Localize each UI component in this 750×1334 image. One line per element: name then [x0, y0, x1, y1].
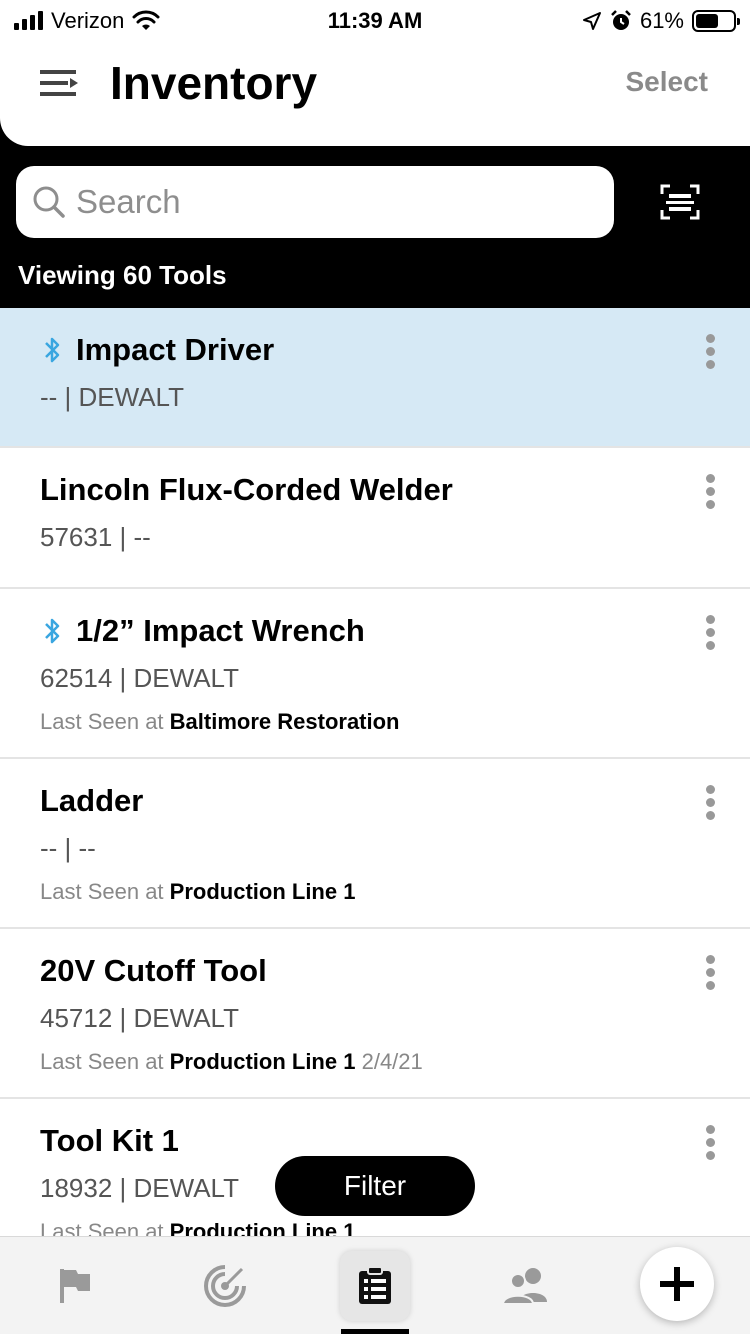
more-options-icon[interactable] — [704, 615, 716, 653]
tool-name: Tool Kit 1 — [40, 1123, 179, 1158]
search-input[interactable] — [76, 166, 596, 238]
flag-icon — [60, 1269, 90, 1303]
last-seen-prefix: Last Seen at — [40, 1049, 164, 1074]
page-title: Inventory — [110, 57, 318, 109]
tool-row[interactable]: 20V Cutoff Tool 45712 | DEWALT Last Seen… — [0, 929, 750, 1099]
clipboard-list-icon — [359, 1266, 391, 1304]
tool-row[interactable]: Impact Driver -- | DEWALT — [0, 308, 750, 448]
tool-list: Impact Driver -- | DEWALT Lincoln Flux-C… — [0, 308, 750, 1236]
tool-name: Lincoln Flux-Corded Welder — [40, 472, 453, 507]
bluetooth-icon — [45, 618, 60, 644]
last-seen: Last Seen at Baltimore Restoration — [40, 709, 400, 735]
more-options-icon[interactable] — [704, 474, 716, 512]
tool-id-brand: 62514 | DEWALT — [40, 663, 239, 693]
status-bar: Verizon 11:39 AM 61% — [0, 0, 750, 42]
tool-id-brand: 57631 | -- — [40, 522, 151, 552]
tab-bar — [0, 1236, 750, 1334]
tool-row[interactable]: Lincoln Flux-Corded Welder 57631 | -- — [0, 448, 750, 589]
tab-inventory[interactable] — [340, 1251, 410, 1321]
users-icon — [501, 1268, 547, 1305]
last-seen-prefix: Last Seen at — [40, 1219, 164, 1236]
battery-percent: 61% — [639, 8, 684, 33]
select-button[interactable]: Select — [626, 66, 709, 98]
status-right: 61% — [582, 8, 740, 34]
last-seen: Last Seen at Production Line 1 — [40, 879, 355, 905]
tool-row[interactable]: 1/2” Impact Wrench 62514 | DEWALT Last S… — [0, 589, 750, 759]
search-bar[interactable] — [16, 166, 614, 238]
search-icon — [33, 186, 65, 218]
plus-icon — [660, 1267, 694, 1301]
last-seen-location: Production Line 1 — [169, 1049, 356, 1074]
tool-id-brand: -- | DEWALT — [40, 382, 184, 412]
tab-users[interactable] — [490, 1251, 560, 1321]
tool-row[interactable]: Ladder -- | -- Last Seen at Production L… — [0, 759, 750, 929]
viewing-count: Viewing 60 Tools — [18, 260, 227, 290]
tool-id-brand: 18932 | DEWALT — [40, 1173, 239, 1203]
location-arrow-icon — [582, 12, 601, 30]
last-seen-location: Production Line 1 — [169, 879, 356, 904]
app-header: Inventory Select — [0, 42, 750, 146]
more-options-icon[interactable] — [704, 785, 716, 823]
barcode-scan-icon[interactable] — [660, 184, 700, 220]
last-seen: Last Seen at Production Line 1 — [40, 1219, 355, 1236]
menu-icon[interactable] — [40, 68, 80, 98]
alarm-icon — [611, 10, 631, 30]
last-seen: Last Seen at Production Line 1 2/4/21 — [40, 1049, 423, 1075]
tab-radar[interactable] — [190, 1251, 260, 1321]
tool-name: Impact Driver — [76, 332, 275, 367]
tool-id-brand: 45712 | DEWALT — [40, 1003, 239, 1033]
active-tab-indicator — [341, 1329, 409, 1334]
battery-icon — [692, 10, 740, 32]
tool-name: Ladder — [40, 783, 144, 818]
more-options-icon[interactable] — [704, 1125, 716, 1163]
bluetooth-icon — [45, 337, 60, 363]
tool-name: 1/2” Impact Wrench — [76, 613, 365, 648]
add-button[interactable] — [640, 1247, 714, 1321]
tool-id-brand: -- | -- — [40, 833, 96, 863]
more-options-icon[interactable] — [704, 334, 716, 372]
last-seen-prefix: Last Seen at — [40, 879, 164, 904]
last-seen-location: Production Line 1 — [169, 1219, 356, 1236]
tab-flag[interactable] — [40, 1251, 110, 1321]
last-seen-prefix: Last Seen at — [40, 709, 164, 734]
last-seen-location: Baltimore Restoration — [169, 709, 400, 734]
more-options-icon[interactable] — [704, 955, 716, 993]
last-seen-date: 2/4/21 — [361, 1049, 423, 1074]
filter-button[interactable]: Filter — [275, 1156, 475, 1216]
tool-name: 20V Cutoff Tool — [40, 953, 267, 988]
radar-icon — [204, 1265, 246, 1307]
